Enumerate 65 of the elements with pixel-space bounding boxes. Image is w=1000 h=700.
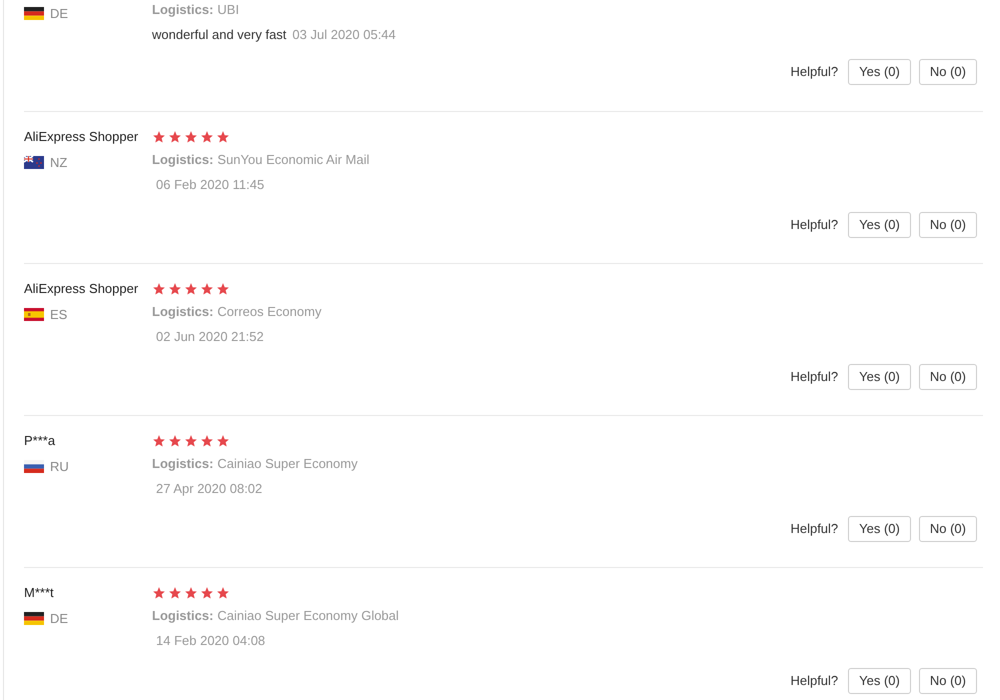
helpful-label: Helpful?: [790, 368, 838, 386]
logistics-method: SunYou Economic Air Mail: [217, 151, 370, 169]
flag-icon: [24, 460, 44, 474]
reviewer-name: M***t: [24, 584, 55, 602]
star-icon: [184, 434, 198, 448]
star-icon: [200, 434, 214, 448]
star-icon: [216, 434, 230, 448]
star-icon: [168, 586, 182, 600]
star-icon: [216, 586, 230, 600]
logistics-label: Logistics:: [152, 151, 214, 169]
star-icon: [216, 282, 230, 296]
star-icon: [152, 586, 166, 600]
yes-button[interactable]: Yes (0): [848, 516, 911, 542]
country-code: DE: [50, 5, 68, 23]
star-icon: [200, 586, 214, 600]
logistics-label: Logistics:: [152, 303, 214, 321]
review-date: 06 Feb 2020 11:45: [156, 176, 264, 194]
yes-button[interactable]: Yes (0): [848, 364, 911, 390]
reviewer-name: AliExpress Shopper: [24, 128, 140, 146]
star-icon: [200, 130, 214, 144]
star-icon: [184, 130, 198, 144]
country-code: DE: [50, 610, 68, 628]
review-date: 14 Feb 2020 04:08: [156, 632, 266, 650]
star-icon: [168, 434, 182, 448]
flag-icon: [24, 156, 44, 170]
flag-icon: [24, 7, 44, 20]
star-icon: [152, 434, 166, 448]
logistics-method: UBI: [217, 1, 240, 19]
review-comment: wonderful and very fast: [152, 26, 286, 44]
logistics-label: Logistics:: [152, 455, 214, 473]
star-icon: [200, 282, 214, 296]
logistics-label: Logistics:: [152, 607, 214, 625]
logistics-label: Logistics:: [152, 1, 214, 19]
review-date: 03 Jul 2020 05:44: [292, 26, 396, 44]
logistics-method: Cainiao Super Economy: [217, 455, 358, 473]
star-icon: [216, 130, 230, 144]
reviewer-name: P***a: [24, 432, 56, 450]
star-icon: [184, 282, 198, 296]
country-code: RU: [50, 458, 69, 476]
helpful-label: Helpful?: [790, 672, 838, 690]
helpful-label: Helpful?: [790, 520, 838, 538]
yes-button[interactable]: Yes (0): [848, 668, 911, 694]
no-button[interactable]: No (0): [918, 364, 977, 390]
country-code: ES: [50, 306, 68, 324]
star-icon: [168, 130, 182, 144]
helpful-label: Helpful?: [790, 63, 838, 82]
star-icon: [152, 130, 166, 144]
helpful-label: Helpful?: [790, 216, 838, 234]
no-button[interactable]: No (0): [918, 212, 977, 238]
reviewer-name: AliExpress Shopper: [24, 280, 140, 298]
country-code: NZ: [50, 154, 68, 172]
flag-icon: [24, 308, 44, 322]
yes-button[interactable]: Yes (0): [848, 212, 911, 238]
no-button[interactable]: No (0): [918, 668, 977, 694]
logistics-method: Correos Economy: [217, 303, 322, 321]
logistics-method: Cainiao Super Economy Global: [217, 607, 399, 625]
star-icon: [168, 282, 182, 296]
flag-icon: [24, 612, 44, 626]
no-button[interactable]: No (0): [918, 516, 977, 542]
yes-button[interactable]: Yes (0): [848, 59, 911, 85]
review-date: 02 Jun 2020 21:52: [156, 328, 264, 346]
no-button[interactable]: No (0): [918, 59, 977, 85]
review-date: 27 Apr 2020 08:02: [156, 480, 262, 498]
star-icon: [184, 586, 198, 600]
star-icon: [152, 282, 166, 296]
